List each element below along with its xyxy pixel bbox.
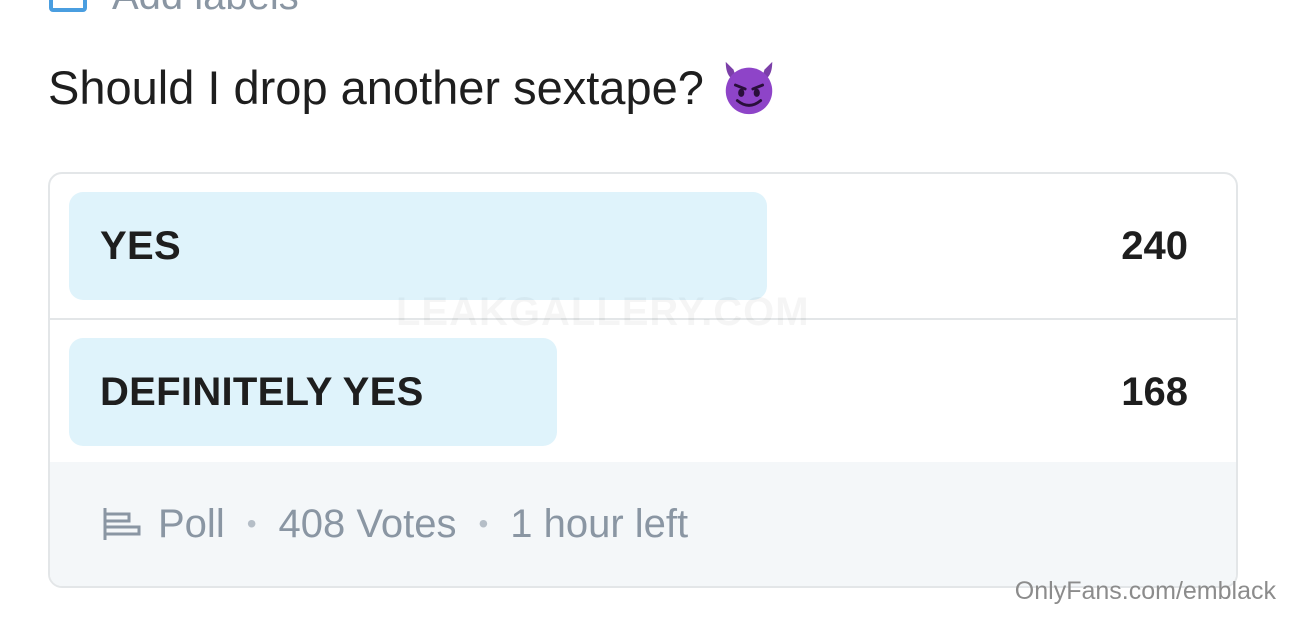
separator-dot: • <box>478 508 489 539</box>
smiling-devil-emoji-icon <box>725 61 773 115</box>
poll-footer: Poll • 408 Votes • 1 hour left <box>50 462 1236 586</box>
add-labels-button[interactable]: Add labels <box>48 0 299 18</box>
poll-option-label: YES <box>100 224 181 268</box>
poll-vote-count: 408 Votes <box>278 501 457 546</box>
poll-option-label: DEFINITELY YES <box>100 370 424 414</box>
label-icon <box>49 0 87 12</box>
site-watermark: LEAKGALLERY.COM <box>396 290 810 335</box>
poll-option-votes: 168 <box>1121 370 1188 414</box>
poll-option-votes: 240 <box>1121 224 1188 268</box>
poll-card: YES 240 DEFINITELY YES 168 Poll • 408 Vo… <box>48 172 1238 588</box>
poll-option-definitely-yes[interactable]: DEFINITELY YES 168 <box>50 320 1236 466</box>
post-text: Should I drop another sextape? <box>48 52 780 122</box>
source-watermark: OnlyFans.com/emblack <box>1014 577 1276 605</box>
separator-dot: • <box>246 508 257 539</box>
poll-type: Poll <box>158 501 225 546</box>
add-labels-text: Add labels <box>112 0 299 19</box>
poll-icon <box>103 508 141 540</box>
post-text-body: Should I drop another sextape? <box>48 60 704 114</box>
poll-time-left: 1 hour left <box>510 501 689 546</box>
